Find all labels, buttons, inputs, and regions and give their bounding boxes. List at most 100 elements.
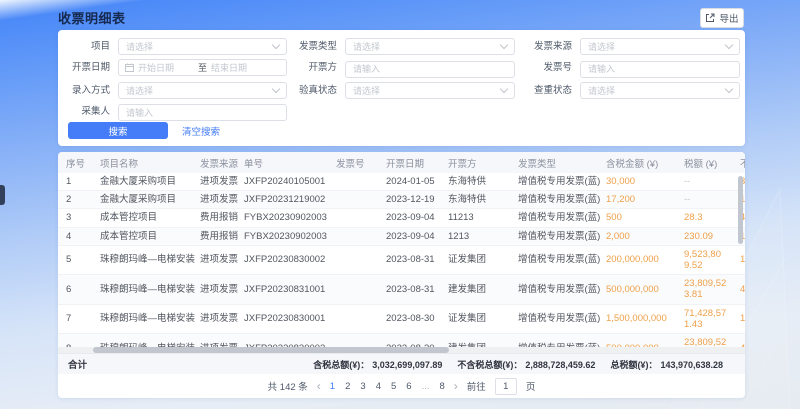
page-number[interactable]: 1 (330, 381, 335, 392)
calendar-icon (125, 63, 134, 72)
table-body: 1金融大厦采购项目进项发票JXFP202401050012024-01-05东海… (58, 173, 745, 353)
filter-label-project: 项目 (58, 38, 118, 55)
cell-invoice-no (328, 173, 378, 191)
cell-doc-no: JXFP20240105001 (236, 173, 328, 191)
cell-invoice-source: 进项发票 (192, 191, 236, 209)
page-number[interactable]: 5 (391, 381, 396, 392)
cell-amount-incl-tax: 500 (598, 209, 676, 227)
filter-label-issuer: 开票方 (287, 59, 345, 78)
cell-amount-incl-tax: 1,500,000,000 (598, 304, 676, 333)
filter-label-verify-status: 验真状态 (287, 82, 345, 99)
cell-tax-amount: 23,809,523.81 (676, 275, 732, 304)
dup-status-select[interactable]: 请选择 (580, 82, 740, 99)
date-range-separator: 至 (198, 61, 207, 74)
cell-amount-incl-tax: 30,000 (598, 173, 676, 191)
entry-method-select[interactable]: 请选择 (118, 82, 287, 99)
cell-invoice-type: 增值税专用发票(蓝) (510, 173, 598, 191)
side-drawer-handle[interactable] (0, 185, 5, 205)
cell-project-name: 金融大厦采购项目 (92, 191, 192, 209)
cell-issuer: 东海特供 (440, 191, 510, 209)
cell-invoice-type: 增值税专用发票(蓝) (510, 304, 598, 333)
invoice-source-select[interactable]: 请选择 (580, 38, 740, 55)
cell-doc-no: JXFP20230831001 (236, 275, 328, 304)
filter-label-invoice-no: 发票号 (515, 59, 580, 78)
issuer-input[interactable] (345, 61, 515, 78)
filter-label-dup-status: 查重状态 (515, 82, 580, 99)
cell-amount-incl-tax: 500,000,000 (598, 275, 676, 304)
cell-invoice-type: 增值税专用发票(蓝) (510, 227, 598, 245)
table-row: 2金融大厦采购项目进项发票JXFP202312190022023-12-19东海… (58, 191, 745, 209)
prev-page-button[interactable]: ‹ (317, 380, 321, 392)
chevron-down-icon (500, 41, 508, 49)
summary-row: 合计 含税总额(¥)：3,032,699,097.89 不含税总额(¥)：2,8… (58, 353, 745, 374)
export-button[interactable]: 导出 (700, 8, 744, 28)
cell-invoice-date: 2023-08-30 (378, 304, 440, 333)
clear-search-link[interactable]: 清空搜索 (182, 124, 220, 138)
cell-invoice-date: 2023-08-31 (378, 245, 440, 274)
goto-page-input[interactable] (495, 378, 517, 395)
cell-doc-no: JXFP20230830001 (236, 304, 328, 333)
pagination: 共 142 条 ‹ 123456...8 › 前往 页 (58, 376, 745, 396)
page-number[interactable]: 3 (360, 381, 365, 392)
page-number[interactable]: 2 (345, 381, 350, 392)
end-date-input[interactable] (211, 63, 280, 73)
cell-amount-excl-tax: 1,428,571,428.57 (732, 304, 745, 333)
cell-invoice-source: 费用报销 (192, 227, 236, 245)
summary-total-label: 合计 (68, 357, 87, 371)
cell-no: 6 (58, 275, 92, 304)
filter-panel: 项目 请选择 发票类型 请选择 发票来源 请选择 开票日期 至 (58, 30, 745, 146)
page-unit-label: 页 (526, 379, 536, 393)
chevron-down-icon (500, 84, 508, 92)
filter-label-invoice-type: 发票类型 (287, 38, 345, 55)
cell-invoice-source: 进项发票 (192, 245, 236, 274)
cell-invoice-no (328, 191, 378, 209)
chevron-down-icon (272, 84, 280, 92)
invoice-type-select[interactable]: 请选择 (345, 38, 515, 55)
invoice-date-range[interactable]: 至 (118, 59, 287, 76)
column-header-issuer: 开票方 (440, 152, 510, 173)
cell-no: 5 (58, 245, 92, 274)
cell-doc-no: FYBX20230902003 (236, 209, 328, 227)
search-button[interactable]: 搜索 (68, 122, 168, 139)
vertical-scrollbar-thumb[interactable] (738, 176, 743, 244)
table-row: 7珠穆朗玛峰—电梯安装进项发票JXFP202308300012023-08-30… (58, 304, 745, 333)
invoice-no-input[interactable] (580, 61, 740, 78)
cell-invoice-no (328, 304, 378, 333)
start-date-input[interactable] (138, 63, 194, 73)
table-header-row: 序号 项目名称 发票来源 单号 发票号 开票日期 开票方 发票类型 含税金额 (… (58, 152, 745, 173)
summary-tax-total: 总税额(¥)：143,970,638.28 (610, 358, 723, 371)
column-header-no: 序号 (58, 152, 92, 173)
page-number[interactable]: 4 (376, 381, 381, 392)
page-number[interactable]: 8 (440, 381, 445, 392)
invoice-table: 序号 项目名称 发票来源 单号 发票号 开票日期 开票方 发票类型 含税金额 (… (58, 152, 745, 353)
cell-tax-amount: 28.3 (676, 209, 732, 227)
cell-invoice-date: 2023-09-04 (378, 227, 440, 245)
column-header-source: 发票来源 (192, 152, 236, 173)
chevron-down-icon (725, 84, 733, 92)
cell-no: 4 (58, 227, 92, 245)
cell-invoice-no (328, 227, 378, 245)
verify-status-select[interactable]: 请选择 (345, 82, 515, 99)
cell-issuer: 证发集团 (440, 304, 510, 333)
page-list: 123456...8 (330, 381, 445, 392)
project-select[interactable]: 请选择 (118, 38, 287, 55)
invoice-table-card: 序号 项目名称 发票来源 单号 发票号 开票日期 开票方 发票类型 含税金额 (… (58, 152, 745, 398)
cell-amount-incl-tax: 2,000 (598, 227, 676, 245)
cell-project-name: 金融大厦采购项目 (92, 173, 192, 191)
page-number[interactable]: 6 (406, 381, 411, 392)
cell-invoice-no (328, 275, 378, 304)
filter-label-collector: 采集人 (58, 103, 118, 122)
pagination-total-count: 共 142 条 (268, 379, 308, 393)
cell-issuer: 证发集团 (440, 245, 510, 274)
column-header-amount-incl: 含税金额 (¥) (598, 152, 676, 173)
cell-doc-no: JXFP20231219002 (236, 191, 328, 209)
collector-input[interactable] (118, 104, 287, 121)
cell-doc-no: FYBX20230902003 (236, 227, 328, 245)
cell-tax-amount: 71,428,571.43 (676, 304, 732, 333)
cell-no: 1 (58, 173, 92, 191)
cell-invoice-source: 进项发票 (192, 173, 236, 191)
cell-invoice-type: 增值税专用发票(蓝) (510, 275, 598, 304)
cell-invoice-date: 2023-08-31 (378, 275, 440, 304)
next-page-button[interactable]: › (454, 380, 458, 392)
cell-project-name: 成本管控项目 (92, 209, 192, 227)
